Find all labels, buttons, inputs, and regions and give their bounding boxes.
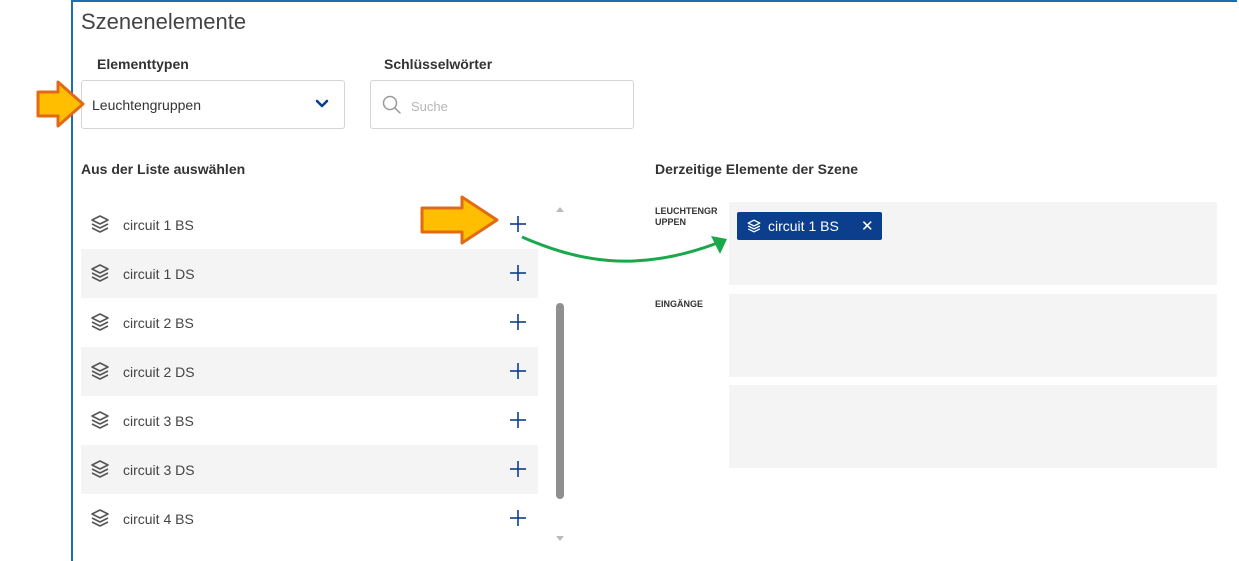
search-input[interactable] <box>409 95 623 117</box>
list-item-name: circuit 2 DS <box>123 364 195 380</box>
group-label-line1: LEUCHTENGR <box>655 206 718 216</box>
group-label-inputs: EINGÄNGE <box>655 299 703 310</box>
scroll-down-icon[interactable] <box>556 536 564 541</box>
keywords-label: Schlüsselwörter <box>384 56 493 72</box>
scroll-up-icon[interactable] <box>556 207 564 212</box>
annotation-arrow-icon <box>36 80 85 128</box>
chevron-down-icon <box>315 99 329 108</box>
group-label-line1: EINGÄNGE <box>655 299 704 309</box>
element-list: circuit 1 BS circuit 1 DS circuit 2 BS c… <box>81 200 538 545</box>
list-item[interactable]: circuit 3 DS <box>81 445 538 494</box>
layers-icon <box>91 313 109 331</box>
element-type-label: Elementtypen <box>97 56 189 72</box>
search-field[interactable] <box>370 80 634 129</box>
group-box-empty <box>729 385 1217 468</box>
current-elements-header: Derzeitige Elemente der Szene <box>655 161 859 177</box>
element-type-value: Leuchtengruppen <box>92 97 201 113</box>
list-item[interactable]: circuit 3 BS <box>81 396 538 445</box>
list-item[interactable]: circuit 2 DS <box>81 347 538 396</box>
plus-icon[interactable] <box>508 459 528 479</box>
plus-icon[interactable] <box>508 312 528 332</box>
list-item[interactable]: circuit 2 BS <box>81 298 538 347</box>
list-item-name: circuit 2 BS <box>123 315 194 331</box>
selected-chip: circuit 1 BS ✕ <box>737 212 882 240</box>
plus-icon[interactable] <box>508 410 528 430</box>
group-box-inputs <box>729 294 1217 377</box>
group-label-lightgroups: LEUCHTENGR UPPEN <box>655 206 718 228</box>
layers-icon <box>91 509 109 527</box>
layers-icon <box>91 460 109 478</box>
group-label-line2: UPPEN <box>655 217 687 227</box>
close-icon[interactable]: ✕ <box>861 217 874 235</box>
layers-icon <box>91 264 109 282</box>
list-item-name: circuit 1 BS <box>123 217 194 233</box>
layers-icon <box>91 215 109 233</box>
list-item[interactable]: circuit 1 DS <box>81 249 538 298</box>
layers-icon <box>91 362 109 380</box>
list-item-name: circuit 4 BS <box>123 511 194 527</box>
scrollbar-thumb[interactable] <box>556 303 564 499</box>
search-icon <box>382 95 401 114</box>
list-item-name: circuit 3 DS <box>123 462 195 478</box>
list-item-name: circuit 3 BS <box>123 413 194 429</box>
list-item-name: circuit 1 DS <box>123 266 195 282</box>
layers-icon <box>91 411 109 429</box>
page-title: Szenenelemente <box>81 9 247 34</box>
annotation-curve-icon <box>521 235 727 263</box>
chip-label: circuit 1 BS <box>768 218 839 234</box>
annotation-arrow-icon <box>420 195 499 245</box>
plus-icon[interactable] <box>508 361 528 381</box>
element-type-select[interactable]: Leuchtengruppen <box>81 80 345 129</box>
list-header: Aus der Liste auswählen <box>81 161 246 177</box>
plus-icon[interactable] <box>508 508 528 528</box>
list-item[interactable]: circuit 4 BS <box>81 494 538 543</box>
layers-icon <box>747 219 761 233</box>
